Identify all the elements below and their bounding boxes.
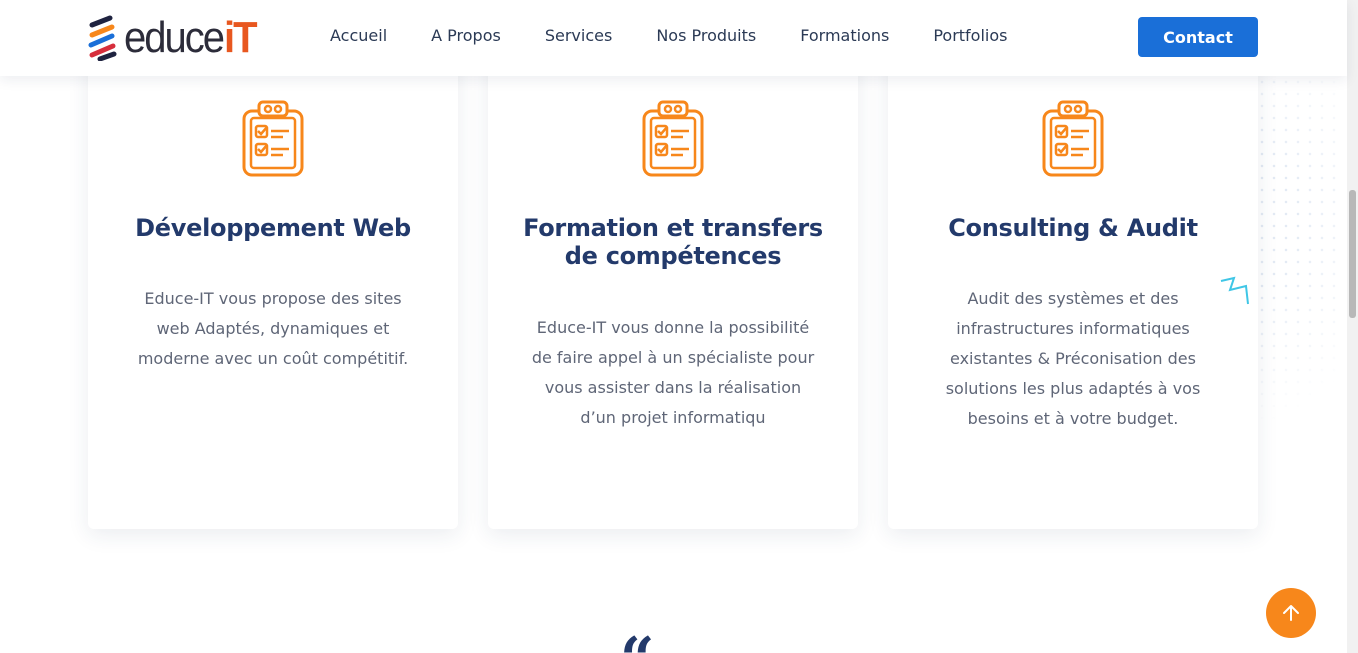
clipboard-checklist-icon (642, 100, 704, 177)
card-description-line: Audit des systèmes et des (967, 289, 1179, 308)
card-description-line: solutions les plus adaptés à vos (945, 379, 1201, 398)
card-description-line: Educe-IT vous propose des sites (144, 289, 402, 308)
service-card-consulting: Consulting & Audit Audit des systèmes et… (888, 40, 1258, 529)
logo-it-text: iT (223, 14, 258, 62)
site-logo[interactable]: educeiT (88, 14, 258, 62)
logo-stripes-icon (88, 15, 117, 61)
site-header: educeiT Accueil A Propos Services Nos Pr… (0, 0, 1347, 76)
card-description-line: vous assister dans la réalisation (544, 378, 802, 397)
scrollbar-thumb[interactable] (1349, 190, 1356, 318)
arrow-up-icon (1283, 605, 1299, 621)
nav-item-a-propos[interactable]: A Propos (431, 26, 501, 46)
contact-button[interactable]: Contact (1138, 17, 1258, 57)
clipboard-checklist-icon (1042, 100, 1104, 177)
main-nav: Accueil A Propos Services Nos Produits F… (330, 26, 1051, 46)
card-description-line: d’un projet informatiqu (580, 408, 766, 427)
card-description-line: existantes & Préconisation des (950, 349, 1196, 368)
nav-item-services[interactable]: Services (545, 26, 612, 46)
card-description-line: de faire appel à un spécialiste pour (531, 348, 815, 367)
card-title: Développement Web (135, 214, 411, 242)
card-description: Educe-IT vous donne la possibilité de fa… (528, 313, 818, 433)
clipboard-checklist-icon (242, 100, 304, 177)
card-description-line: Educe-IT vous donne la possibilité (536, 318, 810, 337)
squiggle-decoration-icon (1220, 276, 1249, 305)
card-title: Consulting & Audit (948, 214, 1198, 242)
card-title-line: Formation et transfers (523, 214, 823, 242)
logo-text: educe (124, 14, 225, 62)
nav-item-portfolios[interactable]: Portfolios (933, 26, 1007, 46)
card-title: Formation et transfers de compétences (508, 214, 838, 270)
card-description-line: besoins et à votre budget. (967, 409, 1179, 428)
service-card-web-development: Développement Web Educe-IT vous propose … (88, 40, 458, 529)
nav-item-nos-produits[interactable]: Nos Produits (656, 26, 756, 46)
back-to-top-button[interactable] (1266, 588, 1316, 638)
logo-wordmark: educeiT (124, 14, 258, 62)
card-description: Audit des systèmes et des infrastructure… (928, 284, 1218, 434)
nav-item-accueil[interactable]: Accueil (330, 26, 387, 46)
card-description: Educe-IT vous propose des sites web Adap… (128, 284, 418, 374)
card-description-line: web Adaptés, dynamiques et (156, 319, 390, 338)
card-description-line: infrastructures informatiques (956, 319, 1190, 338)
quote-mark-icon: “ (620, 630, 655, 653)
service-card-training: Formation et transfers de compétences Ed… (488, 40, 858, 529)
card-title-line: de compétences (564, 242, 782, 270)
nav-item-formations[interactable]: Formations (800, 26, 889, 46)
card-description-line: moderne avec un coût compétitif. (137, 349, 409, 368)
scrollbar[interactable] (1347, 0, 1358, 653)
